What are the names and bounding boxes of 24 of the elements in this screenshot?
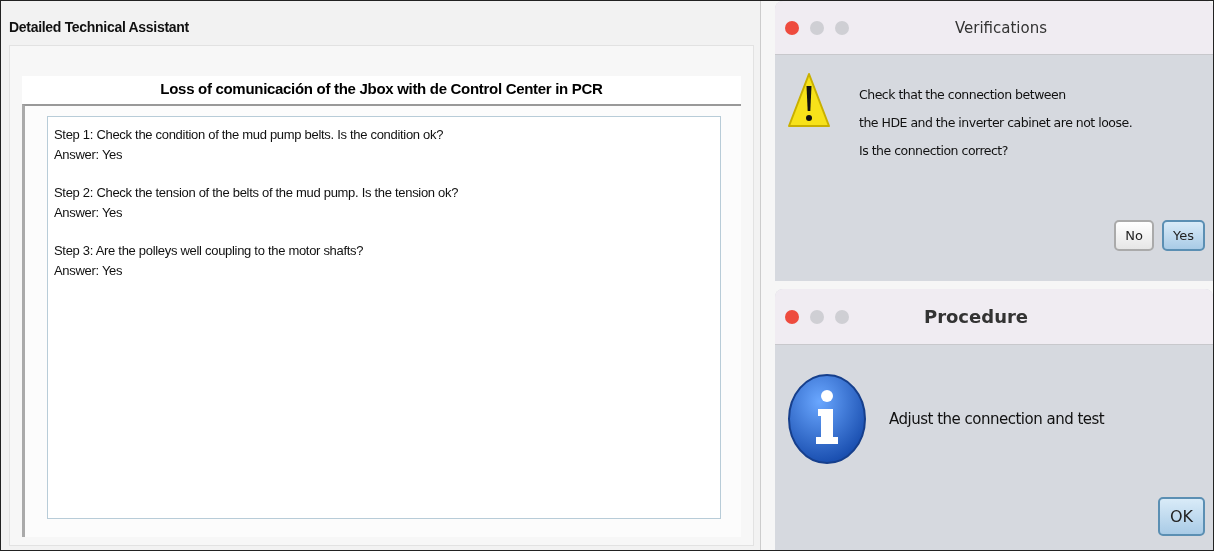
message-text: Is the connection correct? bbox=[859, 142, 1009, 160]
close-button[interactable] bbox=[785, 309, 799, 324]
step-answer: Answer: Yes bbox=[54, 146, 124, 164]
dialog-button[interactable]: Yes bbox=[1162, 220, 1205, 251]
info-icon bbox=[787, 373, 867, 465]
window-title: Detailed Technical Assistant bbox=[8, 18, 190, 37]
step-question: Step 2: Check the tension of the belts of the mud pump. Is the tension ok? bbox=[54, 184, 460, 202]
minimize-button[interactable] bbox=[810, 309, 824, 324]
zoom-button[interactable] bbox=[835, 309, 849, 324]
step-question: Step 1: Check the condition of the mud pump belts. Is the condition ok? bbox=[54, 126, 445, 144]
procedure-heading: Loss of comunicación of the Jbox with de Control Center in PCR bbox=[22, 76, 741, 104]
close-button[interactable] bbox=[785, 20, 799, 35]
dialog-title: Verifications bbox=[953, 18, 1049, 37]
message-text: Check that the connection between bbox=[859, 86, 1067, 104]
step-answer: Answer: Yes bbox=[54, 262, 124, 280]
dialog-button[interactable]: No bbox=[1114, 220, 1154, 251]
minimize-button[interactable] bbox=[810, 20, 824, 35]
message-text: Adjust the connection and test bbox=[889, 409, 1105, 430]
dialog-button[interactable]: OK bbox=[1157, 497, 1205, 536]
step-answer: Answer: Yes bbox=[54, 204, 124, 222]
step-question: Step 3: Are the polleys well coupling to the motor shafts? bbox=[54, 242, 365, 260]
message-text: the HDE and the inverter cabinet are not loose. bbox=[859, 114, 1133, 132]
zoom-button[interactable] bbox=[835, 20, 849, 35]
dialog-title: Procedure bbox=[922, 306, 1030, 327]
